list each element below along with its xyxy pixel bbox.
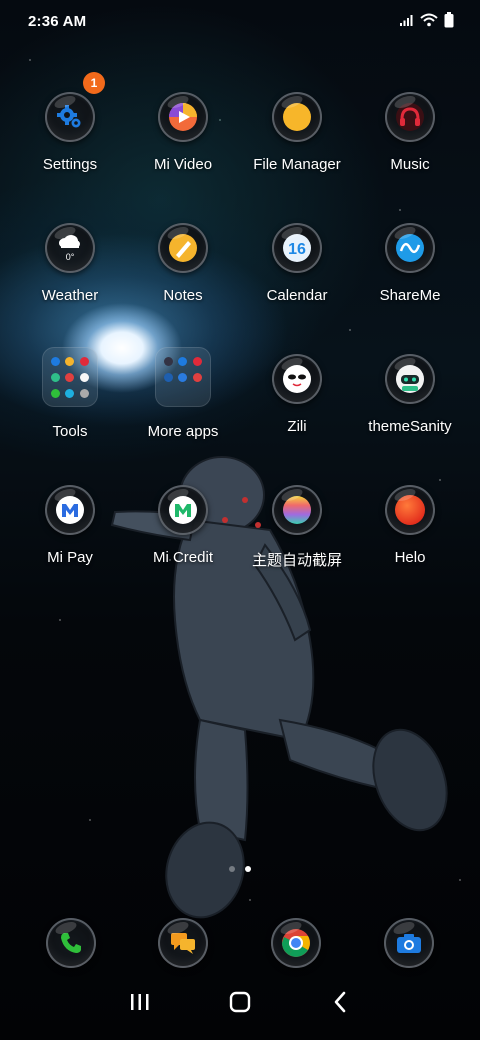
mi-pay-icon <box>45 485 95 535</box>
app-label: 主题自动截屏 <box>251 552 342 569</box>
app-label: Music <box>390 156 430 173</box>
app-folder-tools[interactable]: Tools <box>14 347 126 457</box>
calendar-icon: 16 <box>272 223 322 273</box>
dock-messages[interactable] <box>158 918 208 968</box>
cloud-icon: 0° <box>45 223 95 273</box>
calendar-date: 16 <box>288 241 306 258</box>
recent-apps-button[interactable] <box>110 982 170 1022</box>
app-label: ShareMe <box>379 287 441 304</box>
app-label: File Manager <box>253 156 341 173</box>
home-icon <box>229 991 251 1013</box>
headphones-icon <box>385 92 435 142</box>
app-mi-pay[interactable]: Mi Pay <box>14 481 126 591</box>
camera-icon <box>384 918 434 968</box>
app-label: Weather <box>41 287 99 304</box>
app-calendar[interactable]: 16 Calendar <box>241 219 353 329</box>
home-button[interactable] <box>210 982 270 1022</box>
app-file-manager[interactable]: File Manager <box>241 88 353 198</box>
page-dot-active[interactable] <box>245 866 251 872</box>
battery-icon <box>444 12 454 28</box>
page-dot[interactable] <box>229 866 235 872</box>
app-label: Mi Credit <box>152 549 213 566</box>
app-label: Helo <box>394 549 426 566</box>
app-zili[interactable]: Zili <box>241 350 353 460</box>
app-label: Tools <box>52 423 88 440</box>
chrome-icon <box>271 918 321 968</box>
pencil-icon <box>158 223 208 273</box>
robot-icon <box>385 354 435 404</box>
wifi-icon <box>420 13 438 27</box>
app-label: Zili <box>287 418 307 435</box>
app-label: Settings <box>42 156 98 173</box>
status-bar: 2:36 AM <box>0 0 480 44</box>
app-folder-more-apps[interactable]: More apps <box>127 347 239 457</box>
app-notes[interactable]: Notes <box>127 219 239 329</box>
dock-phone[interactable] <box>46 918 96 968</box>
wave-icon <box>385 223 435 273</box>
dock-camera[interactable] <box>384 918 434 968</box>
app-mi-video[interactable]: Mi Video <box>127 88 239 198</box>
notification-badge: 1 <box>83 72 105 94</box>
status-time: 2:36 AM <box>28 13 87 30</box>
app-shareme[interactable]: ShareMe <box>354 219 466 329</box>
back-button[interactable] <box>310 982 370 1022</box>
back-icon <box>334 991 346 1013</box>
app-label: Mi Pay <box>47 549 93 566</box>
weather-temp: 0° <box>66 252 75 262</box>
signal-icon <box>400 15 413 26</box>
app-theme-screenshot[interactable]: 主题自动截屏 <box>241 481 353 591</box>
red-circle-icon <box>385 485 435 535</box>
app-themesanity[interactable]: themeSanity <box>354 350 466 460</box>
folder-icon <box>272 92 322 142</box>
settings-icon: 1 <box>45 72 105 142</box>
folder-grid-icon <box>42 347 98 407</box>
folder-grid-icon <box>155 347 211 407</box>
app-label: Notes <box>163 287 203 304</box>
navigation-bar <box>0 982 480 1040</box>
app-label: Calendar <box>266 287 328 304</box>
status-icons <box>400 12 454 28</box>
app-weather[interactable]: 0° Weather <box>14 219 126 329</box>
recent-apps-icon <box>131 994 149 1010</box>
face-icon <box>272 354 322 404</box>
dock-chrome[interactable] <box>271 918 321 968</box>
app-helo[interactable]: Helo <box>354 481 466 591</box>
app-mi-credit[interactable]: Mi Credit <box>127 481 239 591</box>
app-label: Mi Video <box>153 156 213 173</box>
app-label: More apps <box>147 423 219 440</box>
app-settings[interactable]: 1 Settings <box>14 72 126 198</box>
chat-icon <box>158 918 208 968</box>
page-indicator <box>0 866 480 872</box>
play-icon <box>158 92 208 142</box>
app-music[interactable]: Music <box>354 88 466 198</box>
app-label: themeSanity <box>368 418 452 435</box>
rainbow-icon <box>272 485 322 535</box>
phone-icon <box>46 918 96 968</box>
mi-credit-icon <box>158 485 208 535</box>
